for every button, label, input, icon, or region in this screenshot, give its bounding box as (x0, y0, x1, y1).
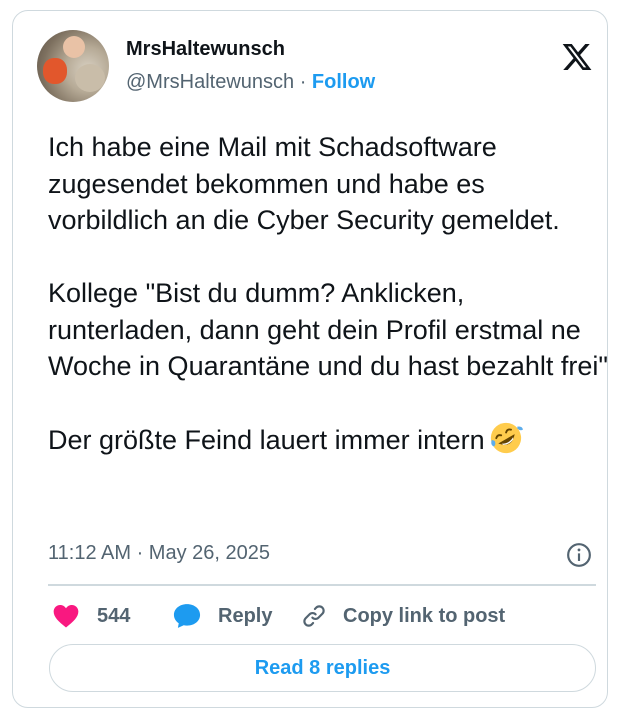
author-handle-row: @MrsHaltewunsch · Follow (126, 71, 375, 94)
avatar-hand-shape (63, 36, 85, 58)
like-button[interactable]: 544 (53, 601, 130, 631)
x-logo-icon[interactable] (560, 41, 594, 73)
follow-button[interactable]: Follow (312, 71, 375, 93)
divider (48, 584, 596, 586)
read-replies-button[interactable]: Read 8 replies (49, 644, 596, 692)
tweet-card: MrsHaltewunsch @MrsHaltewunsch · Follow … (12, 10, 608, 708)
author-handle[interactable]: @MrsHaltewunsch (126, 71, 294, 93)
copy-link-button[interactable]: Copy link to post (301, 601, 505, 631)
copy-link-label: Copy link to post (343, 604, 506, 627)
tweet-paragraph: Ich habe eine Mail mit Schadsoftware zug… (48, 132, 560, 235)
tweet-paragraph: Kollege "Bist du dumm? Anklicken, runter… (48, 278, 608, 381)
link-icon (303, 605, 325, 627)
info-icon[interactable] (566, 542, 592, 568)
author-display-name[interactable]: MrsHaltewunsch (126, 38, 285, 61)
tweet-timestamp[interactable]: 11:12 AM · May 26, 2025 (48, 542, 270, 565)
reply-label: Reply (218, 604, 273, 627)
avatar-sand-shape (75, 64, 105, 92)
like-count: 544 (97, 604, 131, 627)
tweet-paragraph-text: Der größte Feind lauert immer intern (48, 425, 485, 455)
tweet-text: Ich habe eine Mail mit Schadsoftware zug… (48, 129, 608, 459)
rolling-on-floor-laughing-emoji (490, 422, 523, 454)
reply-button[interactable]: Reply (173, 601, 272, 631)
avatar[interactable] (37, 30, 109, 102)
tweet-paragraph-last: Der größte Feind lauert immer intern (48, 421, 608, 459)
avatar-red-shape (43, 58, 67, 84)
heart-icon (53, 604, 79, 628)
speech-bubble-icon (173, 604, 201, 628)
handle-separator: · (299, 71, 307, 93)
